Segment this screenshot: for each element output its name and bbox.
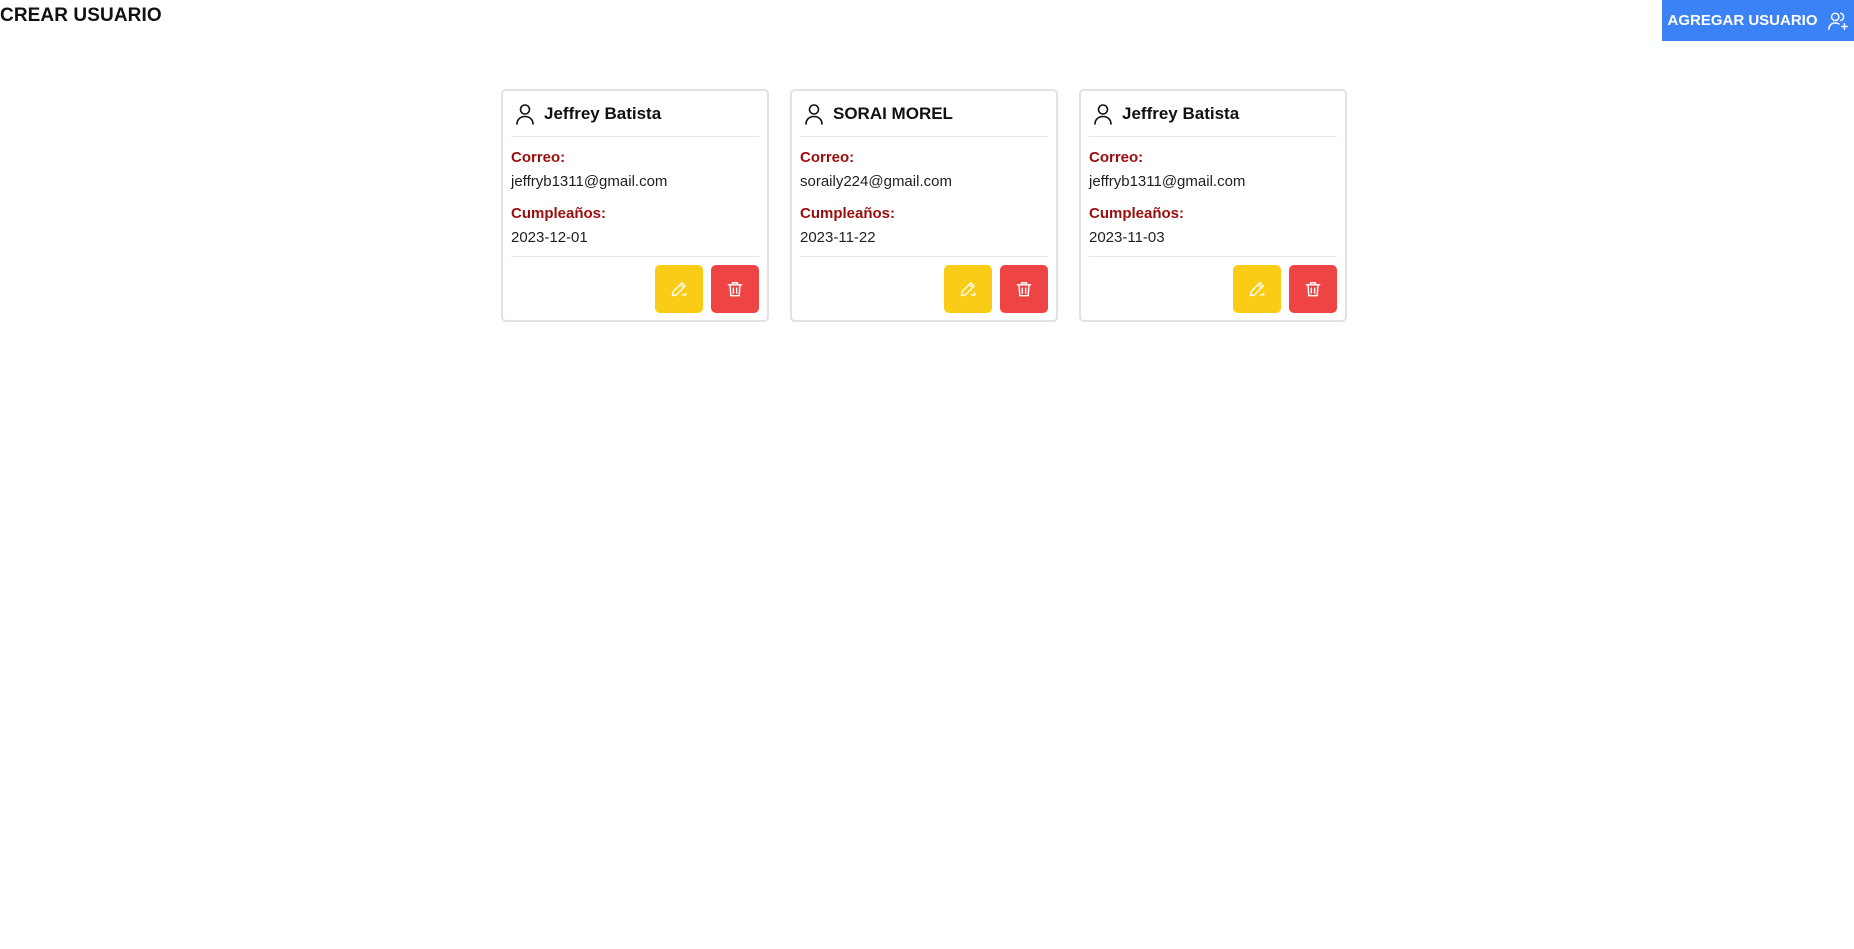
delete-button[interactable] — [711, 265, 759, 313]
user-card-header: Jeffrey Batista — [511, 91, 759, 137]
user-name: Jeffrey Batista — [1122, 103, 1240, 123]
user-icon — [515, 103, 535, 125]
card-actions — [800, 256, 1048, 314]
email-value: jeffryb1311@gmail.com — [511, 173, 668, 190]
trash-icon — [725, 279, 745, 299]
card-actions — [511, 256, 759, 314]
user-name: SORAI MOREL — [833, 103, 953, 123]
user-card-header: Jeffrey Batista — [1089, 91, 1337, 137]
add-user-button[interactable]: AGREGAR USUARIO — [1662, 0, 1854, 41]
user-card-list: Jeffrey Batista Correo: jeffryb1311@gmai… — [501, 89, 1347, 322]
email-value: jeffryb1311@gmail.com — [1089, 173, 1246, 190]
user-icon — [1093, 103, 1113, 125]
delete-button[interactable] — [1000, 265, 1048, 313]
birthday-value: 2023-11-03 — [1089, 229, 1165, 246]
email-label: Correo: — [1089, 149, 1144, 166]
pencil-icon — [669, 279, 689, 299]
user-card-header: SORAI MOREL — [800, 91, 1048, 137]
pencil-icon — [958, 279, 978, 299]
card-actions — [1089, 256, 1337, 314]
trash-icon — [1014, 279, 1034, 299]
user-plus-icon — [1827, 10, 1849, 32]
delete-button[interactable] — [1289, 265, 1337, 313]
page-title: CREAR USUARIO — [0, 5, 162, 26]
edit-button[interactable] — [655, 265, 703, 313]
add-user-button-label: AGREGAR USUARIO — [1667, 12, 1818, 29]
user-card: Jeffrey Batista Correo: jeffryb1311@gmai… — [501, 89, 769, 322]
email-value: soraily224@gmail.com — [800, 173, 952, 190]
birthday-label: Cumpleaños: — [511, 205, 607, 222]
user-icon — [804, 103, 824, 125]
email-label: Correo: — [800, 149, 855, 166]
user-card: SORAI MOREL Correo: soraily224@gmail.com… — [790, 89, 1058, 322]
user-card: Jeffrey Batista Correo: jeffryb1311@gmai… — [1079, 89, 1347, 322]
pencil-icon — [1247, 279, 1267, 299]
birthday-label: Cumpleaños: — [1089, 205, 1185, 222]
edit-button[interactable] — [944, 265, 992, 313]
birthday-value: 2023-12-01 — [511, 229, 588, 246]
edit-button[interactable] — [1233, 265, 1281, 313]
birthday-label: Cumpleaños: — [800, 205, 896, 222]
birthday-value: 2023-11-22 — [800, 229, 876, 246]
user-name: Jeffrey Batista — [544, 103, 662, 123]
email-label: Correo: — [511, 149, 566, 166]
trash-icon — [1303, 279, 1323, 299]
